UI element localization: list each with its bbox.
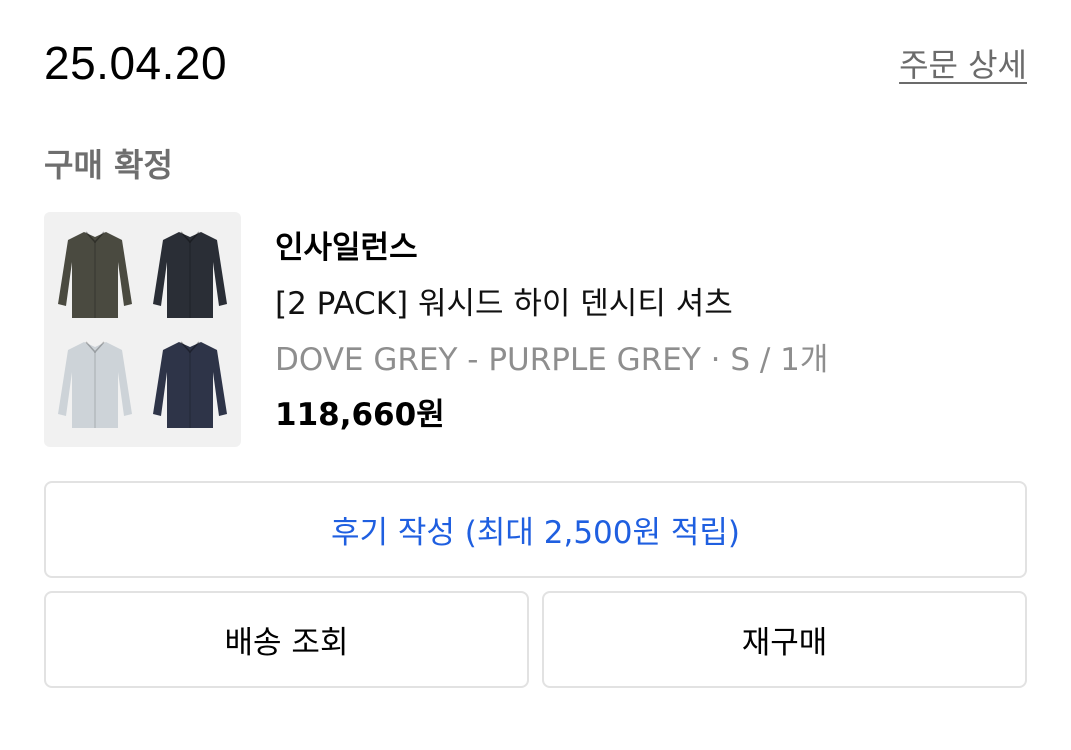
product-price: 118,660원 (275, 397, 445, 433)
product-option: DOVE GREY - PURPLE GREY · S / 1개 (275, 342, 829, 378)
product-thumbnail[interactable] (44, 212, 241, 447)
shirt-image (56, 338, 134, 430)
order-date: 25.04.20 (44, 37, 228, 89)
product-item: 인사일런스 [2 PACK] 워시드 하이 덴시티 셔츠 DOVE GREY -… (44, 212, 1027, 447)
shirt-image (151, 338, 229, 430)
rebuy-button[interactable]: 재구매 (542, 591, 1027, 688)
product-name[interactable]: [2 PACK] 워시드 하이 덴시티 셔츠 (275, 278, 733, 323)
write-review-button[interactable]: 후기 작성 (최대 2,500원 적립) (44, 481, 1027, 578)
shirt-image (56, 228, 134, 320)
order-detail-link[interactable]: 주문 상세 (899, 40, 1027, 86)
track-delivery-button[interactable]: 배송 조회 (44, 591, 529, 688)
order-status: 구매 확정 (44, 146, 173, 184)
order-header: 25.04.20 주문 상세 (44, 30, 1027, 96)
product-brand[interactable]: 인사일런스 (275, 222, 418, 267)
shirt-image (151, 228, 229, 320)
order-card: 25.04.20 주문 상세 구매 확정 인사일런스 [2 PACK] 워시드 … (0, 0, 1071, 750)
